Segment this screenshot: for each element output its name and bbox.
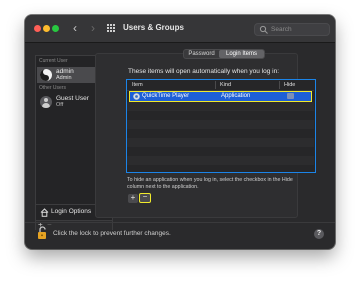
column-header-hide[interactable]: Hide	[284, 82, 295, 88]
back-button[interactable]: ‹	[73, 20, 77, 36]
login-items-description: These items will open automatically when…	[128, 68, 280, 75]
empty-row	[127, 111, 314, 120]
column-header-kind[interactable]: Kind	[220, 82, 231, 88]
title-bar: ‹ › Users & Groups Search	[25, 15, 335, 43]
user-icon	[40, 96, 52, 108]
lock-icon[interactable]	[37, 226, 48, 240]
search-field[interactable]: Search	[254, 23, 330, 36]
search-placeholder: Search	[271, 26, 292, 33]
login-item-kind: Application	[221, 93, 251, 99]
empty-row	[127, 138, 314, 147]
add-login-item-button[interactable]: +	[128, 194, 138, 203]
house-icon	[40, 208, 49, 217]
quicktime-icon	[133, 93, 140, 100]
hide-checkbox[interactable]	[287, 93, 294, 99]
guest-user-name: Guest User	[56, 95, 89, 102]
minimize-window-button[interactable]	[43, 25, 50, 32]
other-users-heading: Other Users	[39, 85, 66, 91]
footer-divider	[25, 222, 335, 223]
login-item-name: QuickTime Player	[142, 93, 190, 99]
hide-hint-text: To hide an application when you log in, …	[127, 177, 293, 190]
guest-user-status: Off	[56, 102, 64, 108]
current-user-role: Admin	[56, 75, 72, 81]
column-separator	[215, 81, 216, 89]
column-separator	[279, 81, 280, 89]
current-user-heading: Current User	[39, 58, 68, 64]
window-title: Users & Groups	[123, 23, 184, 32]
column-header-item[interactable]: Item	[132, 82, 143, 88]
lock-message: Click the lock to prevent further change…	[53, 230, 171, 237]
empty-row	[127, 120, 314, 129]
empty-row	[127, 156, 314, 165]
close-window-button[interactable]	[34, 25, 41, 32]
login-options-label: Login Options	[51, 208, 92, 215]
help-button[interactable]: ?	[314, 229, 324, 239]
tab-control: Password Login Items	[183, 49, 265, 59]
current-user-name: admin	[56, 68, 74, 75]
grid-icon[interactable]	[107, 24, 116, 33]
search-icon	[259, 25, 268, 34]
tab-login-items[interactable]: Login Items	[219, 50, 264, 58]
table-row[interactable]: QuickTime Player Application	[129, 91, 312, 102]
remove-login-item-button[interactable]: −	[139, 193, 151, 203]
tab-password[interactable]: Password	[184, 50, 219, 58]
login-items-table[interactable]: Item Kind Hide QuickTime Player Applicat…	[126, 79, 316, 173]
empty-row	[127, 147, 314, 156]
zoom-window-button[interactable]	[52, 25, 59, 32]
avatar-icon	[40, 69, 52, 81]
forward-button[interactable]: ›	[91, 20, 95, 36]
empty-row	[127, 102, 314, 111]
empty-row	[127, 129, 314, 138]
